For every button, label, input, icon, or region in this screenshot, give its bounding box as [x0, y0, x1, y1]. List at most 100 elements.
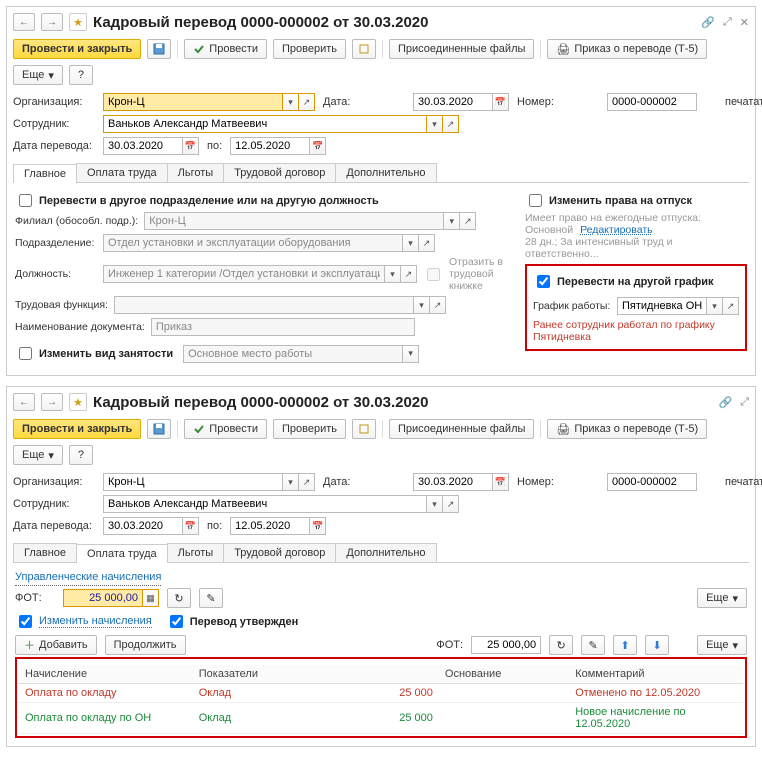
save-close-button[interactable]: Провести и закрыть	[13, 419, 141, 439]
save-close-button[interactable]: Провести и закрыть	[13, 39, 141, 59]
attachments-button[interactable]: Присоединенные файлы	[389, 39, 534, 59]
more-button-1[interactable]: Еще ▾	[697, 588, 747, 608]
post-button[interactable]: Провести	[184, 39, 267, 59]
favorite-icon[interactable]: ★	[69, 13, 87, 31]
chevron-down-icon[interactable]: ▾	[283, 473, 299, 491]
move-up-button[interactable]: ⬆	[613, 635, 637, 655]
favorite-icon[interactable]: ★	[69, 393, 87, 411]
col-basis[interactable]: Основание	[439, 665, 569, 684]
forward-button[interactable]: →	[41, 13, 63, 31]
chk-transfer-dept[interactable]	[19, 194, 32, 207]
employee-field[interactable]: ▾ ↗	[103, 495, 459, 513]
to-date-field[interactable]: 📅	[230, 137, 326, 155]
undo-post-button[interactable]	[352, 39, 376, 59]
back-button[interactable]: ←	[13, 13, 35, 31]
number-field[interactable]	[607, 473, 697, 491]
chevron-down-icon[interactable]: ▾	[427, 115, 443, 133]
titlebar: ← → ★ Кадровый перевод 0000-000002 от 30…	[13, 11, 749, 37]
post-button[interactable]: Провести	[184, 419, 267, 439]
tab-contract[interactable]: Трудовой договор	[223, 543, 336, 562]
employee-field[interactable]: ▾ ↗	[103, 115, 459, 133]
calendar-icon[interactable]: 📅	[493, 473, 509, 491]
chevron-down-icon[interactable]: ▾	[427, 495, 443, 513]
accruals-section-title[interactable]: Управленческие начисления	[15, 567, 161, 586]
org-field[interactable]: ▾ ↗	[103, 93, 315, 111]
calculator-icon[interactable]: ▦	[143, 589, 159, 607]
to-date-field[interactable]: 📅	[230, 517, 326, 535]
open-icon[interactable]: ↗	[443, 495, 459, 513]
chk-change-employment[interactable]	[19, 347, 32, 360]
calendar-icon[interactable]: 📅	[183, 137, 199, 155]
fot-field[interactable]: ▦	[63, 589, 159, 607]
save-button[interactable]	[147, 39, 171, 59]
calendar-icon[interactable]: 📅	[310, 137, 326, 155]
tab-benefits[interactable]: Льготы	[167, 163, 225, 182]
chk-vacation-rights[interactable]	[529, 194, 542, 207]
chk-schedule[interactable]	[537, 275, 550, 288]
transfer-date-field[interactable]: 📅	[103, 517, 199, 535]
open-icon[interactable]: ↗	[723, 297, 739, 315]
undo-post-button[interactable]	[352, 419, 376, 439]
col-value[interactable]	[323, 665, 439, 684]
chevron-down-icon[interactable]: ▾	[707, 297, 723, 315]
calendar-icon[interactable]: 📅	[493, 93, 509, 111]
number-field[interactable]	[607, 93, 697, 111]
tab-extra[interactable]: Дополнительно	[335, 543, 436, 562]
save-button[interactable]	[147, 419, 171, 439]
link-icon[interactable]: 🔗	[701, 16, 715, 29]
move-down-button[interactable]: ⬇	[645, 635, 669, 655]
check-button[interactable]: Проверить	[273, 39, 346, 59]
close-icon[interactable]: ✕	[740, 16, 749, 29]
chk-approved[interactable]	[170, 615, 183, 628]
help-button[interactable]: ?	[69, 445, 93, 465]
extend-button[interactable]: Продолжить	[105, 635, 186, 655]
col-indicators[interactable]: Показатели	[193, 665, 323, 684]
refresh-fot-button[interactable]: ↻	[167, 588, 191, 608]
add-button[interactable]: ＋Добавить	[15, 635, 97, 655]
forward-button[interactable]: →	[41, 393, 63, 411]
table-row[interactable]: Оплата по окладу по ОН Оклад 25 000 Ново…	[19, 703, 743, 734]
print-button[interactable]: 🖨Приказ о переводе (Т-5)	[547, 39, 707, 59]
edit-fot-button[interactable]: ✎	[199, 588, 223, 608]
refresh-button[interactable]: ↻	[549, 635, 573, 655]
transfer-date-field[interactable]: 📅	[103, 137, 199, 155]
main-toolbar: Провести и закрыть Провести Проверить Пр…	[13, 37, 749, 91]
expand-icon[interactable]: ⤢	[723, 16, 732, 29]
expand-icon[interactable]: ⤢	[740, 396, 749, 409]
date-field[interactable]: 📅	[413, 93, 509, 111]
more-button[interactable]: Еще ▾	[13, 445, 63, 465]
chk-schedule-label: Перевести на другой график	[557, 276, 714, 288]
edit-rights-link[interactable]: Редактировать	[580, 224, 653, 236]
print-button[interactable]: 🖨Приказ о переводе (Т-5)	[547, 419, 707, 439]
calendar-icon[interactable]: 📅	[183, 517, 199, 535]
print-icon: 🖨	[556, 43, 570, 56]
open-icon[interactable]: ↗	[443, 115, 459, 133]
tab-main[interactable]: Главное	[13, 164, 77, 183]
col-comment[interactable]: Комментарий	[569, 665, 743, 684]
chk-change-accruals[interactable]	[19, 615, 32, 628]
edit-button[interactable]: ✎	[581, 635, 605, 655]
tab-main[interactable]: Главное	[13, 543, 77, 562]
tab-pay[interactable]: Оплата труда	[76, 163, 168, 182]
calendar-icon[interactable]: 📅	[310, 517, 326, 535]
open-icon[interactable]: ↗	[299, 93, 315, 111]
help-button[interactable]: ?	[69, 65, 93, 85]
check-button[interactable]: Проверить	[273, 419, 346, 439]
tab-extra[interactable]: Дополнительно	[335, 163, 436, 182]
tab-benefits[interactable]: Льготы	[167, 543, 225, 562]
schedule-field[interactable]: ▾ ↗	[617, 297, 739, 315]
chevron-down-icon[interactable]: ▾	[283, 93, 299, 111]
more-button[interactable]: Еще ▾	[13, 65, 63, 85]
tab-contract[interactable]: Трудовой договор	[223, 163, 336, 182]
org-field[interactable]: ▾ ↗	[103, 473, 315, 491]
tab-pay[interactable]: Оплата труда	[76, 544, 168, 563]
col-accrual[interactable]: Начисление	[19, 665, 193, 684]
more-button-2[interactable]: Еще ▾	[697, 635, 747, 655]
back-button[interactable]: ←	[13, 393, 35, 411]
link-icon[interactable]: 🔗	[718, 396, 732, 409]
attachments-button[interactable]: Присоединенные файлы	[389, 419, 534, 439]
date-field[interactable]: 📅	[413, 473, 509, 491]
chk-change-accruals-label[interactable]: Изменить начисления	[39, 615, 152, 628]
open-icon[interactable]: ↗	[299, 473, 315, 491]
table-row[interactable]: Оплата по окладу Оклад 25 000 Отменено п…	[19, 684, 743, 703]
